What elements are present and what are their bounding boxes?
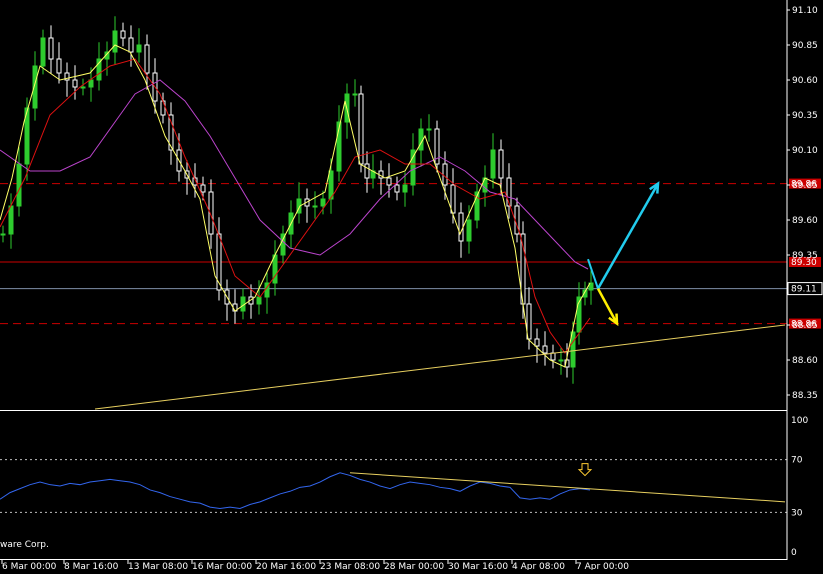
chart-canvas[interactable]: 89.8689.3088.8689.1191.1090.8590.6090.35… xyxy=(0,0,823,572)
time-label-6: 28 Mar 00:00 xyxy=(384,562,444,570)
price-tick-label-1: 90.85 xyxy=(792,41,818,51)
candle-body[interactable] xyxy=(112,30,118,53)
candle-body[interactable] xyxy=(48,37,54,60)
chart-window[interactable]: 89.86 89.30 88.86 89.11 91.10 90.85 90.60 90.35… xyxy=(0,0,823,572)
candle-body[interactable] xyxy=(96,58,102,81)
time-label-8: 4 Apr 08:00 xyxy=(512,562,565,570)
candle-body[interactable] xyxy=(364,163,370,179)
candle-body[interactable] xyxy=(80,86,86,89)
time-label-1: 8 Mar 16:00 xyxy=(64,562,119,570)
candle-body[interactable] xyxy=(426,128,432,131)
rsi-tick-label-3: 0 xyxy=(791,548,797,558)
candle-body[interactable] xyxy=(120,30,126,39)
candle-body[interactable] xyxy=(16,163,22,207)
candle-body[interactable] xyxy=(466,219,472,242)
candle-body[interactable] xyxy=(402,184,408,193)
candle-body[interactable] xyxy=(200,184,206,193)
price-tick-label-6: 89.60 xyxy=(792,216,818,226)
price-tick-label-7: 89.35 xyxy=(792,251,818,261)
candle-body[interactable] xyxy=(312,205,318,208)
candle-body[interactable] xyxy=(558,359,564,362)
candle-body[interactable] xyxy=(128,37,134,53)
candle-body[interactable] xyxy=(136,44,142,53)
candle-body[interactable] xyxy=(534,338,540,347)
candle-body[interactable] xyxy=(352,93,358,96)
candle-body[interactable] xyxy=(458,212,464,242)
candle-body[interactable] xyxy=(418,128,424,151)
time-label-7: 30 Mar 16:00 xyxy=(448,562,508,570)
candle-body[interactable] xyxy=(56,58,62,74)
copyright-label: ware Corp. xyxy=(0,540,49,550)
time-label-3: 16 Mar 00:00 xyxy=(192,562,252,570)
rsi-tick-label-2: 30 xyxy=(791,508,803,518)
price-tick-label-3: 90.35 xyxy=(792,111,818,121)
price-tick-label-9: 88.85 xyxy=(792,321,818,331)
price-tick-label-2: 90.60 xyxy=(792,76,818,86)
candle-body[interactable] xyxy=(88,79,94,88)
candle-body[interactable] xyxy=(490,149,496,179)
price-tick-label-0: 91.10 xyxy=(792,6,818,16)
candle-body[interactable] xyxy=(542,345,548,354)
candle-body[interactable] xyxy=(394,184,400,193)
price-tick-label-11: 88.35 xyxy=(792,391,818,401)
current-price-label: 89.11 xyxy=(791,285,817,295)
candle-body[interactable] xyxy=(550,352,556,361)
candle-body[interactable] xyxy=(386,177,392,186)
time-label-0: 6 Mar 00:00 xyxy=(2,562,57,570)
candle-body[interactable] xyxy=(40,37,46,67)
candle-body[interactable] xyxy=(216,233,222,291)
rsi-tick-label-1: 70 xyxy=(791,456,803,466)
price-tick-label-4: 90.10 xyxy=(792,146,818,156)
price-tick-label-10: 88.60 xyxy=(792,356,818,366)
candle-body[interactable] xyxy=(160,100,166,116)
candle-body[interactable] xyxy=(498,149,504,179)
candle-body[interactable] xyxy=(144,44,150,74)
candle-body[interactable] xyxy=(450,184,456,214)
candle-body[interactable] xyxy=(358,93,364,165)
time-label-5: 23 Mar 08:00 xyxy=(320,562,380,570)
candle-body[interactable] xyxy=(72,79,78,88)
chart-background xyxy=(0,0,823,570)
candle-body[interactable] xyxy=(320,198,326,207)
price-tick-label-5: 89.85 xyxy=(792,181,818,191)
candle-body[interactable] xyxy=(256,296,262,305)
time-label-4: 20 Mar 16:00 xyxy=(256,562,316,570)
candle-body[interactable] xyxy=(0,233,6,236)
candle-body[interactable] xyxy=(8,205,14,235)
time-label-2: 13 Mar 08:00 xyxy=(128,562,188,570)
time-label-9: 7 Apr 00:00 xyxy=(576,562,629,570)
candle-body[interactable] xyxy=(442,163,448,186)
rsi-tick-label-0: 100 xyxy=(791,416,808,426)
